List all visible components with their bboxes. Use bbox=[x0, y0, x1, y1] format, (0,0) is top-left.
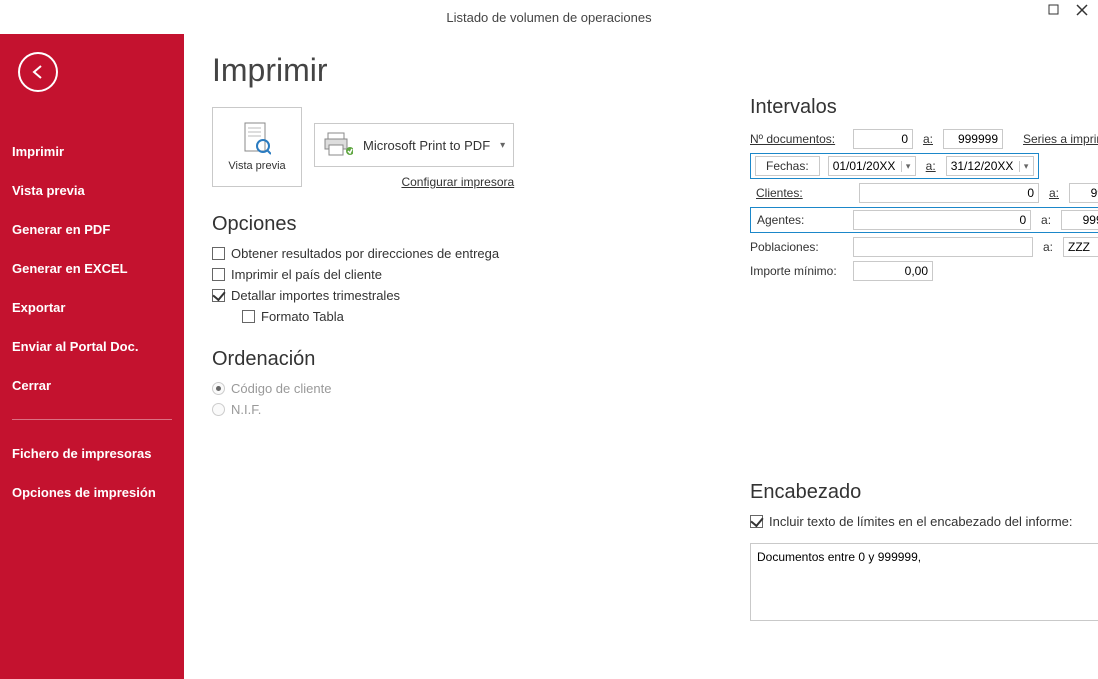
input-agentes-to[interactable] bbox=[1061, 210, 1098, 230]
sidebar-item-vista-previa[interactable]: Vista previa bbox=[0, 171, 184, 210]
window-title: Listado de volumen de operaciones bbox=[446, 10, 651, 25]
input-clientes-from[interactable] bbox=[859, 183, 1039, 203]
input-ndoc-from[interactable] bbox=[853, 129, 913, 149]
label-a: a: bbox=[1041, 240, 1055, 254]
label-fechas[interactable]: Fechas: bbox=[755, 156, 820, 176]
row-poblaciones: Poblaciones: a: bbox=[750, 237, 1098, 257]
date-to[interactable]: ▾ bbox=[946, 156, 1034, 176]
label-a: a: bbox=[1047, 186, 1061, 200]
sidebar-item-generar-pdf[interactable]: Generar en PDF bbox=[0, 210, 184, 249]
back-button[interactable] bbox=[18, 52, 58, 92]
label-ndoc[interactable]: Nº documentos: bbox=[750, 132, 845, 146]
encabezado-textarea[interactable] bbox=[750, 543, 1098, 621]
label-a: a: bbox=[924, 159, 938, 173]
input-pobl-from[interactable] bbox=[853, 237, 1033, 257]
highlight-agentes: Agentes: a: bbox=[750, 207, 1098, 233]
row-ndocumentos: Nº documentos: a: Series a imprimir: bbox=[750, 129, 1098, 149]
label-clientes[interactable]: Clientes: bbox=[756, 186, 851, 200]
document-preview-icon bbox=[243, 122, 271, 156]
label-importe: Importe mínimo: bbox=[750, 264, 845, 278]
sidebar-item-imprimir[interactable]: Imprimir bbox=[0, 132, 184, 171]
checkbox-tabla[interactable] bbox=[242, 310, 255, 323]
preview-label: Vista previa bbox=[228, 160, 285, 172]
printer-icon bbox=[323, 131, 353, 160]
row-agentes: Agentes: a: bbox=[750, 207, 1098, 233]
opt-incluir-texto[interactable]: Incluir texto de límites en el encabezad… bbox=[750, 514, 1098, 529]
row-importe: Importe mínimo: bbox=[750, 261, 1098, 281]
input-pobl-to[interactable] bbox=[1063, 237, 1098, 257]
input-agentes-from[interactable] bbox=[853, 210, 1031, 230]
label-agentes[interactable]: Agentes: bbox=[757, 213, 845, 227]
preview-button[interactable]: Vista previa bbox=[212, 107, 302, 187]
highlight-fechas: Fechas: ▾ a: ▾ bbox=[750, 153, 1039, 179]
input-fecha-from[interactable] bbox=[829, 157, 901, 175]
radio-nif[interactable] bbox=[212, 403, 225, 416]
section-encabezado: Encabezado bbox=[750, 481, 1098, 504]
titlebar: Listado de volumen de operaciones bbox=[0, 0, 1098, 34]
section-intervalos: Intervalos bbox=[750, 96, 1098, 119]
printer-dropdown[interactable]: Microsoft Print to PDF ▾ bbox=[314, 123, 514, 167]
sidebar: Imprimir Vista previa Generar en PDF Gen… bbox=[0, 34, 184, 679]
right-column: Intervalos Nº documentos: a: Series a im… bbox=[750, 96, 1098, 624]
row-fechas: Fechas: ▾ a: ▾ bbox=[750, 153, 1098, 179]
page-title: Imprimir bbox=[212, 52, 1070, 89]
close-icon[interactable] bbox=[1076, 4, 1090, 18]
sidebar-item-generar-excel[interactable]: Generar en EXCEL bbox=[0, 249, 184, 288]
input-ndoc-to[interactable] bbox=[943, 129, 1003, 149]
sidebar-item-exportar[interactable]: Exportar bbox=[0, 288, 184, 327]
sidebar-item-cerrar[interactable]: Cerrar bbox=[0, 366, 184, 405]
checkbox-incluir-texto[interactable] bbox=[750, 515, 763, 528]
configure-printer-link[interactable]: Configurar impresora bbox=[314, 175, 514, 189]
maximize-icon[interactable] bbox=[1048, 4, 1062, 18]
checkbox-trimestrales[interactable] bbox=[212, 289, 225, 302]
input-clientes-to[interactable] bbox=[1069, 183, 1098, 203]
input-importe-min[interactable] bbox=[853, 261, 933, 281]
sidebar-item-fichero-impresoras[interactable]: Fichero de impresoras bbox=[0, 434, 184, 473]
label-poblaciones: Poblaciones: bbox=[750, 240, 845, 254]
chevron-down-icon: ▾ bbox=[500, 140, 505, 151]
sidebar-item-enviar-portal[interactable]: Enviar al Portal Doc. bbox=[0, 327, 184, 366]
checkbox-direcciones[interactable] bbox=[212, 247, 225, 260]
date-from[interactable]: ▾ bbox=[828, 156, 916, 176]
chevron-down-icon[interactable]: ▾ bbox=[1019, 161, 1033, 172]
checkbox-pais[interactable] bbox=[212, 268, 225, 281]
sidebar-separator bbox=[12, 419, 172, 420]
printer-name: Microsoft Print to PDF bbox=[363, 138, 490, 153]
label-a: a: bbox=[921, 132, 935, 146]
chevron-down-icon[interactable]: ▾ bbox=[901, 161, 915, 172]
input-fecha-to[interactable] bbox=[947, 157, 1019, 175]
radio-codigo[interactable] bbox=[212, 382, 225, 395]
label-a: a: bbox=[1039, 213, 1053, 227]
series-link[interactable]: Series a imprimir: bbox=[1023, 132, 1098, 146]
row-clientes: Clientes: a: bbox=[750, 183, 1098, 203]
sidebar-item-opciones-impresion[interactable]: Opciones de impresión bbox=[0, 473, 184, 512]
